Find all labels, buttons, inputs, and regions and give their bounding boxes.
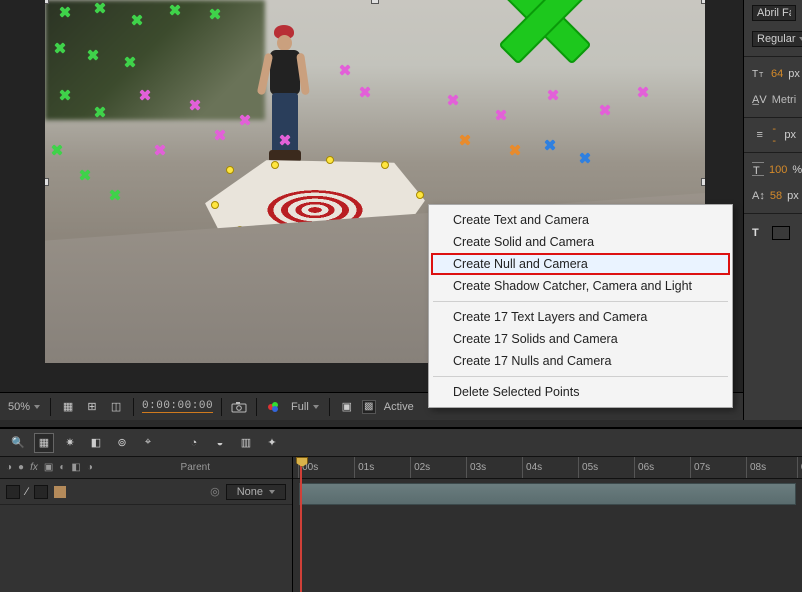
menu-create-shadow-catcher[interactable]: Create Shadow Catcher, Camera and Light	[431, 275, 730, 297]
tl-bars-icon[interactable]: ▥	[236, 433, 256, 453]
layer-clip-bar[interactable]	[299, 483, 796, 505]
time-ruler[interactable]: 00s 01s 02s 03s 04s 05s 06s 07s 08s 09s	[293, 457, 802, 479]
grid-icon[interactable]: ▦	[59, 398, 77, 416]
tl-shy-icon[interactable]: ✷	[60, 433, 80, 453]
layer-row[interactable]: ∕ ◎ None	[0, 479, 292, 505]
kerning-value[interactable]: Metrics	[772, 94, 796, 106]
resolution-dropdown[interactable]: Full	[289, 401, 321, 413]
timeline-layer-list: ◑● fx ▣◐◧◑ Parent ∕ ◎ None	[0, 457, 293, 592]
menu-create-17-text[interactable]: Create 17 Text Layers and Camera	[431, 306, 730, 328]
menu-create-text-camera[interactable]: Create Text and Camera	[431, 209, 730, 231]
roi-icon[interactable]: ▣	[338, 398, 356, 416]
timeline-toolbar: 🔍 ▦ ✷ ◧ ⊚ ⌖ ◔ ◒ ▥ ✦	[0, 429, 802, 457]
layer-av-toggle[interactable]	[6, 485, 20, 499]
kerning-icon: A̲V	[752, 94, 767, 106]
font-family-dropdown[interactable]: Abril Fatface	[752, 5, 796, 21]
view-value: Active	[384, 401, 414, 413]
style-toggle-box[interactable]	[772, 226, 790, 240]
leading-icon: ≡	[752, 129, 767, 141]
menu-create-17-solids[interactable]: Create 17 Solids and Camera	[431, 328, 730, 350]
menu-create-solid-camera[interactable]: Create Solid and Camera	[431, 231, 730, 253]
menu-separator	[433, 376, 728, 377]
transparency-grid-toggle[interactable]: ▩	[362, 400, 376, 414]
parent-dropdown[interactable]: None	[226, 484, 286, 500]
layer-color-swatch[interactable]	[54, 486, 66, 498]
resolution-value: Full	[291, 401, 309, 413]
tl-frame-blend-icon[interactable]: ◧	[86, 433, 106, 453]
font-size-icon: TT	[752, 67, 766, 82]
menu-delete-selected[interactable]: Delete Selected Points	[431, 381, 730, 403]
chevron-down-icon	[269, 490, 275, 494]
character-panel: Abril Fatface Regular TT 64 px A̲V Metri…	[743, 0, 802, 420]
channel-icon[interactable]	[265, 398, 283, 416]
menu-create-null-camera[interactable]: Create Null and Camera	[431, 253, 730, 275]
safezones-icon[interactable]: ⊞	[83, 398, 101, 416]
vertical-scale-icon: T	[752, 162, 764, 179]
font-size-value[interactable]: 64	[771, 68, 783, 80]
column-parent-label: Parent	[181, 462, 210, 473]
font-style-dropdown[interactable]: Regular	[752, 31, 802, 47]
svg-text:T: T	[759, 72, 764, 79]
chevron-down-icon	[34, 405, 40, 409]
svg-text:T: T	[753, 165, 760, 176]
target-reticle-graphic	[255, 185, 375, 235]
tl-motion-blur-icon[interactable]: ⊚	[112, 433, 132, 453]
tl-rays-icon[interactable]: ✦	[262, 433, 282, 453]
playhead[interactable]	[300, 457, 302, 592]
vscale-value[interactable]: 100	[769, 164, 787, 176]
tl-draft3d-icon[interactable]: ◒	[210, 433, 230, 453]
leading-value[interactable]: --	[772, 123, 779, 147]
tl-comp-mini-icon[interactable]: ▦	[34, 433, 54, 453]
current-timecode[interactable]: 0:00:00:00	[142, 400, 213, 413]
tl-brainstorm-icon[interactable]: ⌖	[138, 433, 158, 453]
zoom-value: 50%	[8, 401, 30, 413]
baseline-shift-icon: A↕	[752, 190, 765, 202]
timeline-tracks[interactable]: 00s 01s 02s 03s 04s 05s 06s 07s 08s 09s	[293, 457, 802, 592]
view-dropdown[interactable]: Active	[382, 401, 416, 413]
menu-separator	[433, 301, 728, 302]
mask-toggle-icon[interactable]: ◫	[107, 398, 125, 416]
green-cross-marker	[500, 0, 590, 48]
baseline-value[interactable]: 58	[770, 190, 782, 202]
svg-text:T: T	[752, 69, 758, 79]
track-context-menu: Create Text and Camera Create Solid and …	[428, 204, 733, 408]
bold-T-icon[interactable]: T	[752, 227, 759, 239]
timeline-panel: 🔍 ▦ ✷ ◧ ⊚ ⌖ ◔ ◒ ▥ ✦ ◑● fx ▣◐◧◑ Parent ∕	[0, 427, 802, 592]
person-figure	[257, 25, 311, 180]
timeline-columns-header: ◑● fx ▣◐◧◑ Parent	[0, 457, 292, 479]
chevron-down-icon	[313, 405, 319, 409]
snapshot-icon[interactable]	[230, 398, 248, 416]
tl-search-icon[interactable]: 🔍	[8, 433, 28, 453]
menu-create-17-nulls[interactable]: Create 17 Nulls and Camera	[431, 350, 730, 372]
zoom-dropdown[interactable]: 50%	[6, 401, 42, 413]
tl-graph-icon[interactable]: ◔	[184, 433, 204, 453]
layer-lock-toggle[interactable]	[34, 485, 48, 499]
